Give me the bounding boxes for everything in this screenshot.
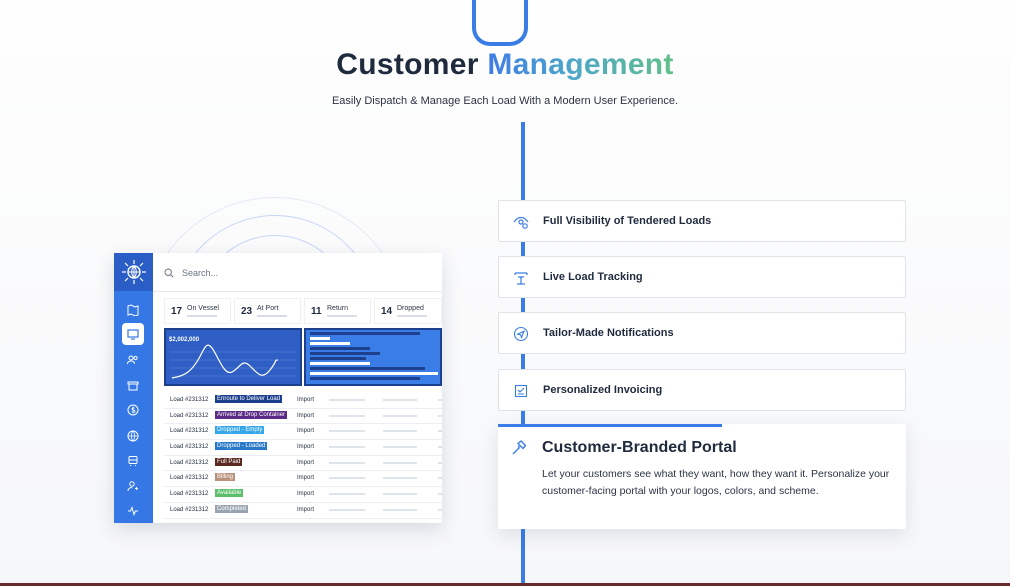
load-id: Load #231312 <box>170 475 209 482</box>
page-title-accent: Management <box>487 48 674 81</box>
feature-label: Tailor-Made Notifications <box>543 327 674 339</box>
stat-bar <box>187 315 217 317</box>
stat-label: At Port <box>257 305 279 312</box>
revenue-panel: $2,002,000 <box>164 328 302 386</box>
load-id: Load #231312 <box>170 491 209 498</box>
status-badge: Billing <box>215 473 236 482</box>
stat-label: Dropped <box>397 305 424 312</box>
load-type: Import <box>297 397 315 403</box>
bar-panel <box>304 328 442 386</box>
user-settings-icon[interactable] <box>122 475 144 497</box>
users-icon[interactable] <box>122 349 144 371</box>
load-type: Import <box>297 412 315 419</box>
loads-table: Load #231312 Enroute to Deliver Load Impor… <box>164 393 442 519</box>
status-badge: Dropped - Loaded <box>215 442 268 451</box>
globe-logo-icon <box>114 253 153 291</box>
search-icon <box>164 268 174 278</box>
table-row[interactable]: Load #231312 Billing Import <box>164 471 442 488</box>
hammer-icon <box>512 440 527 455</box>
mockup-sidebar <box>114 253 153 523</box>
store-icon[interactable] <box>122 374 144 396</box>
search-placeholder: Search... <box>182 268 219 278</box>
feature-label: Live Load Tracking <box>543 271 643 283</box>
status-badge: Available <box>215 489 244 498</box>
feature-visibility[interactable]: Full Visibility of Tendered Loads <box>498 200 906 242</box>
load-type: Import <box>297 506 315 513</box>
table-row[interactable]: Load #231312 Dropped - Loaded Import <box>164 440 442 456</box>
globe-icon[interactable] <box>122 425 144 447</box>
page-subtitle: Easily Dispatch & Manage Each Load With … <box>331 95 679 107</box>
feature-label: Personalized Invoicing <box>543 384 663 396</box>
app-mockup: Search... 17 On Vessel 23 At Port 11 Ret… <box>114 253 442 523</box>
stat-card[interactable]: 17 On Vessel <box>164 298 231 324</box>
send-icon <box>513 326 529 342</box>
stat-label: On Vessel <box>187 305 219 312</box>
stat-card[interactable]: 23 At Port <box>234 298 301 324</box>
page-title-main: Customer <box>336 48 488 81</box>
status-badge: Enroute to Deliver Load <box>215 395 283 403</box>
stat-count: 17 <box>171 306 183 317</box>
table-row[interactable]: Load #231312 Completed Import <box>164 503 442 519</box>
load-type: Import <box>297 428 315 435</box>
feature-label: Full Visibility of Tendered Loads <box>543 215 712 227</box>
stat-bar <box>397 315 427 317</box>
invoice-icon <box>514 384 528 398</box>
feature-tracking[interactable]: Live Load Tracking <box>498 256 906 298</box>
load-id: Load #231312 <box>170 412 209 419</box>
dollar-icon[interactable] <box>122 399 144 421</box>
page-title: Customer Management <box>0 48 1010 82</box>
table-row[interactable]: Load #231312 Available Import <box>164 487 442 503</box>
load-id: Load #231312 <box>170 397 209 403</box>
load-id: Load #231312 <box>170 428 209 435</box>
load-type: Import <box>297 491 315 498</box>
status-badge: Arrived at Drop Container <box>215 410 288 419</box>
stat-card[interactable]: 14 Dropped <box>374 298 442 324</box>
tracking-icon <box>514 272 528 285</box>
active-indicator <box>498 424 722 427</box>
table-row[interactable]: Load #231312 Dropped - Empty Import <box>164 424 442 441</box>
load-id: Load #231312 <box>170 444 209 451</box>
load-id: Load #231312 <box>170 459 209 466</box>
feature-description: Let your customers see what they want, h… <box>542 468 890 497</box>
load-type: Import <box>297 444 315 451</box>
load-type: Import <box>297 475 315 482</box>
feature-notifications[interactable]: Tailor-Made Notifications <box>498 312 906 354</box>
status-badge: Completed <box>215 504 249 513</box>
connector-hook <box>472 0 528 46</box>
table-row[interactable]: Load #231312 Arrived at Drop Container Imp… <box>164 409 442 425</box>
stat-label: Return <box>327 305 349 312</box>
eye-pin-icon <box>513 216 529 229</box>
activity-icon[interactable] <box>122 500 144 522</box>
bar-panel-graphic <box>310 332 438 380</box>
stat-count: 14 <box>381 306 393 317</box>
stat-card[interactable]: 11 Return <box>304 298 371 324</box>
table-row[interactable]: Load #231312 Full Paid Import <box>164 456 442 472</box>
map-icon[interactable] <box>122 299 144 321</box>
search-divider <box>153 291 442 292</box>
stat-count: 11 <box>311 306 322 317</box>
mockup-search[interactable]: Search... <box>164 265 434 281</box>
feature-title: Customer-Branded Portal <box>542 439 737 456</box>
feature-branded-portal[interactable]: Customer-Branded Portal Let your custome… <box>498 424 906 529</box>
status-badge: Full Paid <box>215 457 243 466</box>
status-badge: Dropped - Empty <box>215 426 265 435</box>
stat-bar <box>327 315 357 317</box>
truck-icon[interactable] <box>122 450 144 472</box>
load-id: Load #231312 <box>170 506 209 513</box>
stat-bar <box>257 315 287 317</box>
feature-invoicing[interactable]: Personalized Invoicing <box>498 369 906 411</box>
table-row[interactable]: Load #231312 Enroute to Deliver Load Impor… <box>164 393 442 409</box>
load-type: Import <box>297 459 315 466</box>
revenue-sparkline <box>170 344 296 379</box>
monitor-icon[interactable] <box>122 323 144 345</box>
stat-count: 23 <box>241 306 253 317</box>
